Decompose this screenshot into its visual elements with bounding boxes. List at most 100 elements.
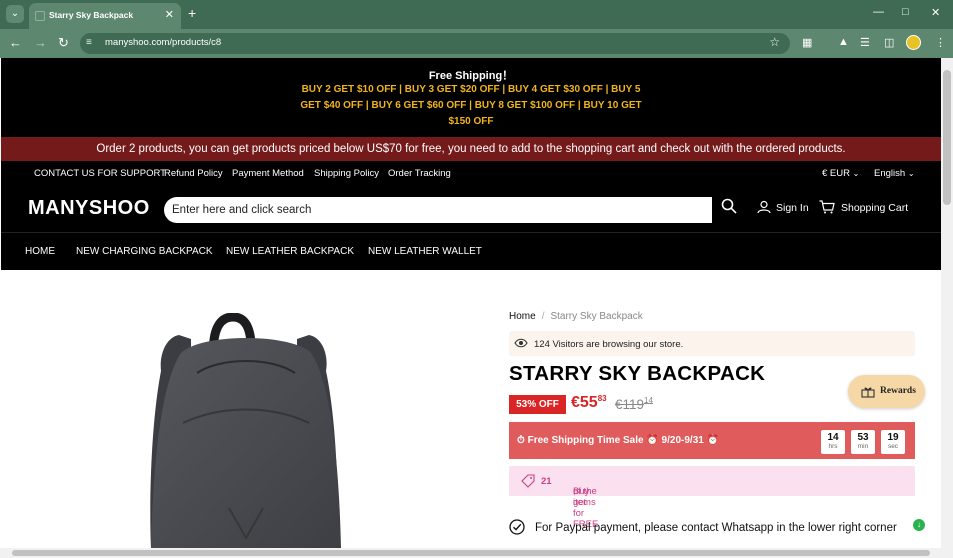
utility-nav: CONTACT US FOR SUPPORT Refund Policy Pay… — [1, 161, 941, 185]
browser-tab-bar: ⌄ Starry Sky Backpack ✕ + — □ ✕ — [0, 0, 953, 29]
nav-leather-wallet[interactable]: NEW LEATHER WALLET — [368, 246, 482, 257]
cart-label: Shopping Cart — [841, 202, 909, 214]
reload-icon[interactable]: ↻ — [58, 35, 69, 51]
countdown-minutes: 53 min — [851, 430, 875, 454]
paypal-note-text: For Paypal payment, please contact Whats… — [535, 522, 897, 534]
tab-title: Starry Sky Backpack — [49, 10, 134, 20]
gift-icon — [861, 387, 875, 398]
check-circle-icon — [509, 519, 525, 535]
promo-line-2: GET $40 OFF | BUY 6 GET $60 OFF | BUY 8 … — [300, 100, 642, 111]
browser-toolbar: ← → ↻ ≡ manyshoo.com/products/c8 ☆ ▦ ▲ ☰… — [0, 29, 953, 58]
horizontal-scrollbar[interactable] — [0, 548, 953, 558]
promo-line-1: BUY 2 GET $10 OFF | BUY 3 GET $20 OFF | … — [301, 84, 641, 95]
address-bar[interactable]: ≡ manyshoo.com/products/c8 ☆ — [80, 33, 790, 54]
forward-icon[interactable]: → — [34, 35, 47, 50]
search-icon[interactable] — [721, 198, 737, 214]
chevron-down-icon: ⌄ — [907, 169, 915, 178]
sale-price-cents: 83 — [597, 394, 607, 403]
flash-sale-label: ⏱ Free Shipping Time Sale ⏰ 9/20-9/31 ⏰ — [517, 435, 719, 446]
tab-search-icon[interactable]: ⌄ — [6, 5, 24, 23]
browser-tab[interactable]: Starry Sky Backpack ✕ — [29, 3, 181, 29]
visitors-text: 124 Visitors are browsing our store. — [534, 339, 684, 350]
eye-icon — [514, 338, 528, 348]
window-close-icon[interactable]: ✕ — [931, 6, 940, 19]
download-icon[interactable]: ↓ — [913, 519, 925, 531]
discount-badge: 53% OFF — [509, 395, 566, 414]
menu-icon[interactable]: ⋮ — [935, 36, 946, 49]
maximize-icon[interactable]: □ — [902, 6, 909, 18]
flash-sale-text: Free Shipping Time Sale ⏰ 9/20-9/31 ⏰ — [527, 435, 720, 446]
announcement-bar: Order 2 products, you can get products p… — [1, 137, 941, 161]
labs-icon[interactable]: ▲ — [838, 36, 849, 48]
promo-line-3: $150 OFF — [448, 116, 494, 127]
rewards-button[interactable]: Rewards — [848, 375, 925, 408]
countdown-seconds: 19 sec — [881, 430, 905, 454]
countdown-seconds-unit: sec — [887, 443, 899, 450]
site-header: MANYSHOO Sign In Shopping Cart — [1, 185, 941, 232]
bookmark-star-icon[interactable]: ☆ — [769, 35, 780, 49]
order-tracking-link[interactable]: Order Tracking — [388, 168, 451, 179]
visitors-notice: 124 Visitors are browsing our store. — [509, 331, 915, 356]
favicon-icon — [35, 11, 45, 21]
site-logo[interactable]: MANYSHOO — [28, 197, 150, 220]
flash-sale-bar: ⏱ Free Shipping Time Sale ⏰ 9/20-9/31 ⏰ … — [509, 422, 915, 459]
tab-close-icon[interactable]: ✕ — [165, 8, 174, 21]
nav-leather-backpack[interactable]: NEW LEATHER BACKPACK — [226, 246, 354, 257]
support-link[interactable]: CONTACT US FOR SUPPORT — [34, 168, 166, 179]
sign-in-link[interactable]: Sign In — [757, 200, 809, 214]
nav-home[interactable]: HOME — [25, 246, 55, 257]
breadcrumb-home[interactable]: Home — [509, 311, 536, 322]
countdown-hours-unit: hrs — [828, 443, 838, 450]
user-icon — [757, 200, 771, 214]
shopping-cart-link[interactable]: Shopping Cart — [819, 200, 908, 214]
search-input[interactable] — [164, 197, 712, 223]
sign-in-label: Sign In — [776, 202, 809, 214]
countdown-minutes-value: 53 — [857, 432, 869, 443]
breadcrumb-current: Starry Sky Backpack — [550, 311, 643, 322]
profile-avatar[interactable] — [906, 35, 921, 50]
currency-label: € EUR — [822, 168, 850, 179]
countdown-hours: 14 hrs — [821, 430, 845, 454]
countdown-seconds-value: 19 — [887, 432, 899, 443]
bogo-get-count: 1 — [546, 476, 552, 487]
web-page: Free Shipping！ BUY 2 GET $10 OFF | BUY 3… — [1, 58, 941, 548]
url-text[interactable]: manyshoo.com/products/c8 — [105, 37, 221, 48]
horizontal-scroll-thumb[interactable] — [12, 550, 930, 556]
rewards-label: Rewards — [880, 386, 916, 396]
main-nav: HOME NEW CHARGING BACKPACK NEW LEATHER B… — [1, 232, 941, 270]
vertical-scrollbar[interactable] — [941, 58, 953, 548]
nav-charging-backpack[interactable]: NEW CHARGING BACKPACK — [76, 246, 213, 257]
bogo-offer: Buy 2, get 1 of the items for FREE — [509, 466, 915, 530]
side-panel-icon[interactable]: ◫ — [884, 36, 894, 49]
tag-icon — [521, 474, 535, 488]
promo-title: Free Shipping！ — [428, 70, 514, 82]
currency-selector[interactable]: € EUR ⌄ — [822, 168, 859, 179]
promo-banner: Free Shipping！ BUY 2 GET $10 OFF | BUY 3… — [1, 58, 941, 137]
timer-icon: ⏱ — [517, 435, 528, 446]
payment-method-link[interactable]: Payment Method — [232, 168, 304, 179]
product-title: STARRY SKY BACKPACK — [509, 362, 766, 385]
original-price-main: €119 — [615, 397, 645, 412]
cart-icon — [819, 200, 835, 214]
shipping-policy-link[interactable]: Shipping Policy — [314, 168, 379, 179]
countdown-minutes-unit: min — [857, 443, 869, 450]
site-info-icon[interactable]: ≡ — [86, 37, 92, 48]
bogo-text: Buy 2, get 1 of the items for FREE — [541, 476, 598, 530]
back-icon[interactable]: ← — [9, 35, 22, 50]
breadcrumb: Home / Starry Sky Backpack — [509, 311, 643, 322]
original-price: €11914 — [615, 396, 653, 412]
product-image[interactable] — [111, 313, 381, 548]
countdown-hours-value: 14 — [827, 432, 839, 443]
extensions-icon[interactable]: ▦ — [802, 36, 812, 49]
media-icon[interactable]: ☰ — [860, 36, 870, 49]
sale-price: €5583 — [571, 394, 607, 412]
chevron-down-icon: ⌄ — [852, 169, 860, 178]
language-selector[interactable]: English ⌄ — [874, 168, 915, 179]
breadcrumb-separator: / — [541, 311, 545, 322]
language-label: English — [874, 168, 906, 179]
refund-policy-link[interactable]: Refund Policy — [164, 168, 223, 179]
sale-price-main: €55 — [571, 394, 598, 411]
new-tab-icon[interactable]: + — [188, 5, 196, 21]
minimize-icon[interactable]: — — [873, 6, 884, 18]
vertical-scroll-thumb[interactable] — [943, 70, 951, 205]
